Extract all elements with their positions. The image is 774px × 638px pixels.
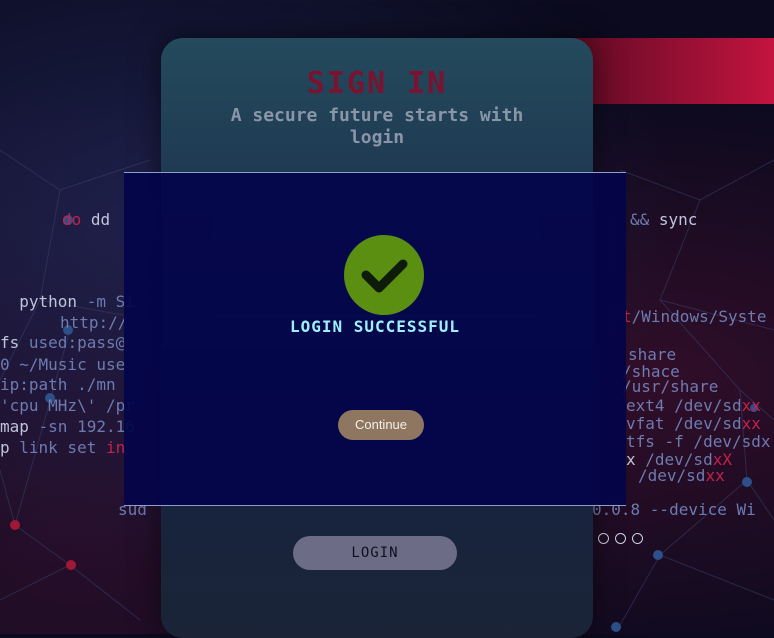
terminal-line: p link set in	[0, 438, 126, 457]
terminal-line: vfat /dev/sdxx	[626, 414, 761, 433]
terminal-line: ip:path ./mn	[0, 375, 116, 394]
terminal-line: /usr/share	[622, 377, 719, 396]
terminal-line: do dd	[62, 210, 111, 229]
terminal-line: ext4 /dev/sdxx	[626, 396, 761, 415]
continue-button[interactable]: Continue	[338, 410, 424, 440]
login-success-modal: LOGIN SUCCESSFUL Continue	[124, 172, 626, 506]
terminal-line: tfs -f /dev/sdx	[626, 432, 771, 451]
login-button[interactable]: LOGIN	[293, 536, 457, 570]
terminal-line: map -sn 192.16	[0, 417, 135, 436]
carousel-dots[interactable]	[598, 533, 643, 544]
carousel-dot[interactable]	[615, 533, 626, 544]
check-icon	[344, 235, 424, 315]
terminal-line: python -m Si	[0, 292, 135, 311]
terminal-line: && sync	[630, 210, 698, 229]
terminal-line: /dev/sdxx	[638, 466, 725, 485]
terminal-line: 0 ~/Music use	[0, 355, 126, 374]
carousel-dot[interactable]	[598, 533, 609, 544]
terminal-line: t/Windows/Syste	[622, 307, 767, 326]
terminal-line: fs used:pass@	[0, 333, 126, 352]
sign-in-subtitle: A secure future starts with login	[230, 105, 524, 148]
terminal-line: http://	[60, 313, 128, 332]
terminal-line: 'cpu MHz\' /pr	[0, 396, 135, 415]
success-message: LOGIN SUCCESSFUL	[289, 317, 461, 336]
sign-in-title: SIGN IN	[306, 66, 448, 101]
carousel-dot[interactable]	[632, 533, 643, 544]
